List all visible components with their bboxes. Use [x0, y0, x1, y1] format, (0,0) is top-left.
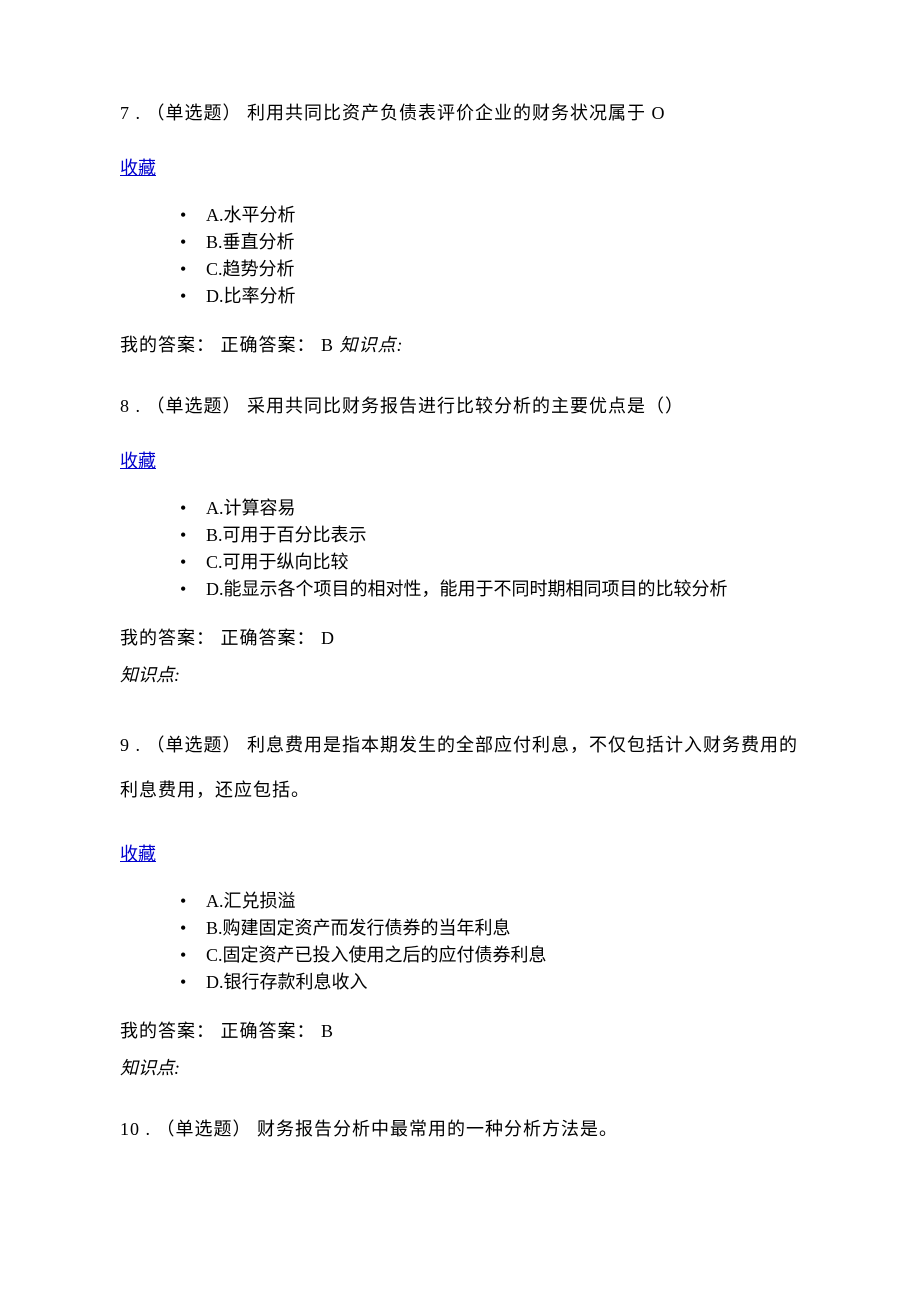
correct-answer-label: 正确答案： [221, 335, 316, 355]
list-item: B.购建固定资产而发行债券的当年利息 [180, 915, 800, 942]
question-number: 7 [120, 103, 130, 123]
correct-answer-label: 正确答案： [221, 1021, 316, 1041]
question-text: 财务报告分析中最常用的一种分析方法是。 [257, 1119, 618, 1139]
answer-line: 我的答案： 正确答案： B 知识点: [120, 332, 800, 359]
question-number: 8 [120, 396, 130, 416]
favorite-link[interactable]: 收藏 [120, 155, 156, 182]
question-title: 9 . （单选题） 利息费用是指本期发生的全部应付利息，不仅包括计入财务费用的利… [120, 723, 800, 813]
answer-line: 我的答案： 正确答案： B [120, 1018, 800, 1045]
question-type: （单选题） [147, 103, 242, 123]
correct-answer-value: D [321, 628, 335, 648]
favorite-link[interactable]: 收藏 [120, 841, 156, 868]
list-item: D.比率分析 [180, 283, 800, 310]
my-answer-label: 我的答案： [120, 335, 215, 355]
options-list: A.水平分析 B.垂直分析 C.趋势分析 D.比率分析 [180, 202, 800, 310]
knowledge-point: 知识点: [120, 1055, 800, 1082]
question-title: 10 . （单选题） 财务报告分析中最常用的一种分析方法是。 [120, 1116, 800, 1143]
question-text: 采用共同比财务报告进行比较分析的主要优点是（） [247, 396, 684, 416]
question-type: （单选题） [147, 396, 242, 416]
list-item: C.趋势分析 [180, 256, 800, 283]
options-list: A.汇兑损溢 B.购建固定资产而发行债券的当年利息 C.固定资产已投入使用之后的… [180, 888, 800, 996]
question-type: （单选题） [147, 735, 242, 755]
answer-line: 我的答案： 正确答案： D [120, 625, 800, 652]
question-type: （单选题） [157, 1119, 252, 1139]
knowledge-point: 知识点: [340, 335, 404, 355]
list-item: C.固定资产已投入使用之后的应付债券利息 [180, 942, 800, 969]
question-title: 8 . （单选题） 采用共同比财务报告进行比较分析的主要优点是（） [120, 393, 800, 420]
list-item: A.计算容易 [180, 495, 800, 522]
correct-answer-value: B [321, 1021, 334, 1041]
list-item: A.汇兑损溢 [180, 888, 800, 915]
list-item: D.银行存款利息收入 [180, 969, 800, 996]
question-number: 10 [120, 1119, 140, 1139]
list-item: A.水平分析 [180, 202, 800, 229]
knowledge-point: 知识点: [120, 662, 800, 689]
correct-answer-label: 正确答案： [221, 628, 316, 648]
question-number: 9 [120, 735, 130, 755]
question-text: 利用共同比资产负债表评价企业的财务状况属于 O [247, 103, 666, 123]
list-item: D.能显示各个项目的相对性，能用于不同时期相同项目的比较分析 [180, 576, 800, 603]
correct-answer-value: B [321, 335, 334, 355]
question-title: 7 . （单选题） 利用共同比资产负债表评价企业的财务状况属于 O [120, 100, 800, 127]
my-answer-label: 我的答案： [120, 628, 215, 648]
list-item: B.垂直分析 [180, 229, 800, 256]
favorite-link[interactable]: 收藏 [120, 448, 156, 475]
list-item: C.可用于纵向比较 [180, 549, 800, 576]
list-item: B.可用于百分比表示 [180, 522, 800, 549]
my-answer-label: 我的答案： [120, 1021, 215, 1041]
options-list: A.计算容易 B.可用于百分比表示 C.可用于纵向比较 D.能显示各个项目的相对… [180, 495, 800, 603]
